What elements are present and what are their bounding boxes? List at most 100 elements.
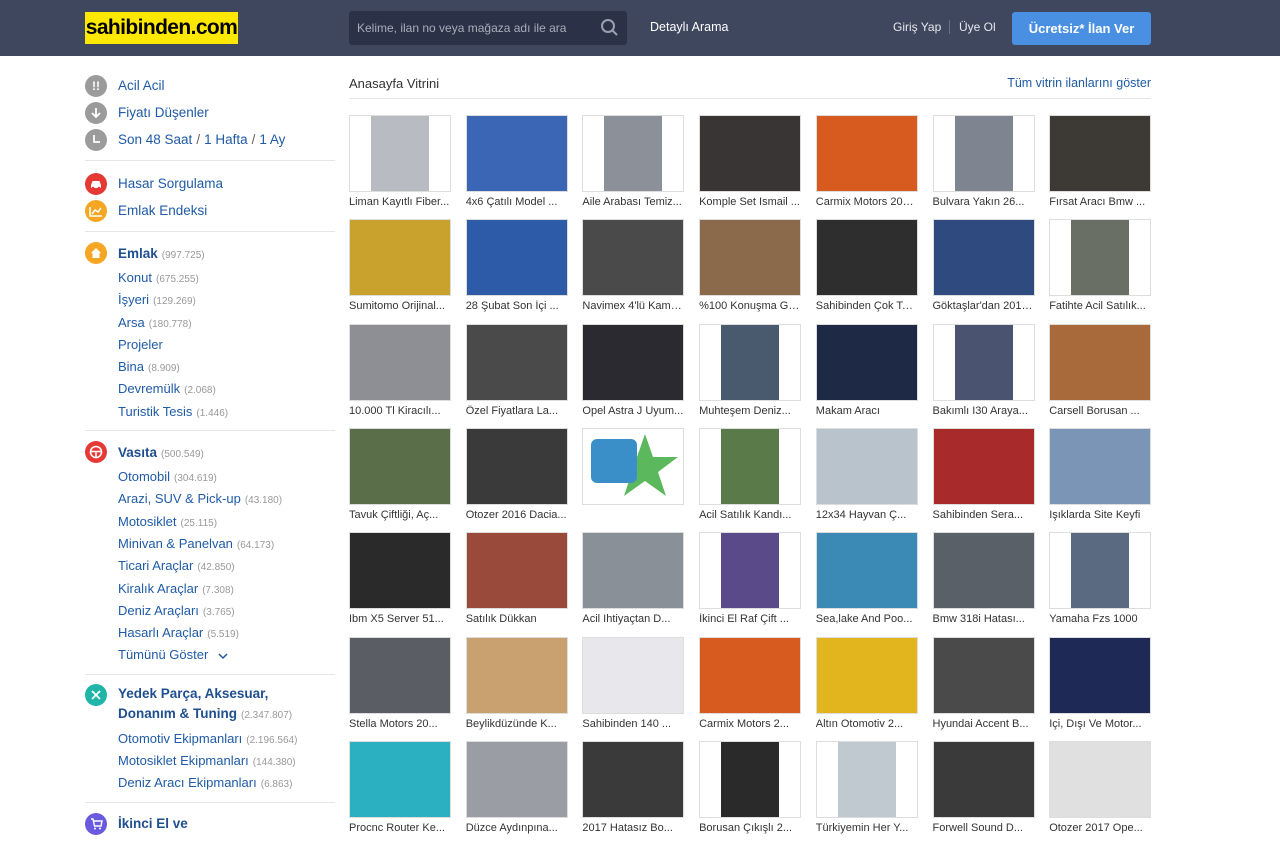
subcategory-link[interactable]: Devremülk (2.068) <box>118 378 335 400</box>
showcase-item[interactable]: Otozer 2017 Ope... <box>1049 740 1152 841</box>
subcategory-link[interactable]: Kiralık Araçlar (7.308) <box>118 578 335 600</box>
showcase-item[interactable]: Borusan Çıkışlı 2... <box>699 740 802 841</box>
showcase-item[interactable]: Bakımlı I30 Araya... <box>932 323 1035 424</box>
listing-photo <box>700 637 801 713</box>
showcase-item[interactable]: Işıklarda Site Keyfi <box>1049 427 1152 528</box>
search-icon[interactable] <box>599 18 621 38</box>
showcase-item[interactable]: Altın Otomotiv 2... <box>815 636 918 737</box>
subcategory-link[interactable]: Motosiklet Ekipmanları (144.380) <box>118 750 335 772</box>
subcategory-link[interactable]: Arsa (180.778) <box>118 312 335 334</box>
showcase-item[interactable]: Forwell Sound D... <box>932 740 1035 841</box>
last-48-hours-link[interactable]: Son 48 Saat <box>118 132 192 147</box>
showcase-item[interactable]: Acil Satılık Kandı... <box>699 427 802 528</box>
showcase-item[interactable]: Beylikdüzünde K... <box>465 636 568 737</box>
showcase-item[interactable]: Türkiyemin Her Y... <box>815 740 918 841</box>
listing-title: Makam Aracı <box>815 404 880 417</box>
showcase-item[interactable]: Sahibinden Çok Tem... <box>815 219 918 319</box>
showcase-item[interactable]: Yamaha Fzs 1000 <box>1049 532 1152 632</box>
subcategory-link[interactable]: Konut (675.255) <box>118 267 335 289</box>
showcase-item[interactable]: 4x6 Çatılı Model ... <box>465 115 568 215</box>
post-ad-button[interactable]: Ücretsiz* İlan Ver <box>1012 12 1151 45</box>
sidebar-item-label: Hasar Sorgulama <box>118 176 224 191</box>
showcase-item[interactable] <box>582 427 685 528</box>
category-vasita[interactable]: Vasıta (500.549) <box>85 440 335 464</box>
showcase-item[interactable]: Procnc Router Ke... <box>349 740 451 841</box>
showcase-item[interactable]: İkinci El Raf Çift ... <box>699 532 802 632</box>
subcategory-link[interactable]: Turistik Tesis (1.446) <box>118 401 335 423</box>
showcase-item[interactable]: Içi, Dışı Ve Motor... <box>1049 636 1152 737</box>
showcase-item[interactable]: Acil Ihtiyaçtan D... <box>582 532 685 632</box>
listing-photo <box>350 324 450 400</box>
sidebar-item-price-drop[interactable]: Fiyatı Düşenler <box>85 99 335 126</box>
listing-thumbnail <box>815 740 918 818</box>
site-logo[interactable]: sahibinden.com <box>85 12 238 44</box>
showcase-item[interactable]: Opel Astra J Uyum... <box>582 323 685 424</box>
showcase-item[interactable]: Sea,lake And Poo... <box>815 532 918 632</box>
listing-thumbnail <box>1049 532 1152 610</box>
subcategory-link[interactable]: İşyeri (129.269) <box>118 289 335 311</box>
showcase-item[interactable]: Muhteşem Deniz... <box>699 323 802 424</box>
showcase-item[interactable]: 28 Şubat Son İçi ... <box>465 219 568 319</box>
showcase-item[interactable]: Otozer 2016 Dacia... <box>465 427 568 528</box>
subcategory-link[interactable]: Motosiklet (25.115) <box>118 511 335 533</box>
subcategory-link[interactable]: Arazi, SUV & Pick-up (43.180) <box>118 488 335 510</box>
show-all-showcase-link[interactable]: Tüm vitrin ilanlarını göster <box>1007 76 1151 90</box>
subcategory-link[interactable]: Hasarlı Araçlar (5.519) <box>118 622 335 644</box>
subcategory-link[interactable]: Otomobil (304.619) <box>118 466 335 488</box>
category-spare-parts[interactable]: Yedek Parça, Aksesuar, Donanım & Tuning (2… <box>85 683 335 726</box>
listing-photo <box>604 116 663 191</box>
showcase-item[interactable]: Navimex 4'lü Kamp... <box>582 219 685 319</box>
showcase-item[interactable]: Satılık Dükkan <box>465 532 568 632</box>
showcase-item[interactable]: 2017 Hatasız Bo... <box>582 740 685 841</box>
category-second-hand[interactable]: İkinci El ve <box>85 812 335 836</box>
showcase-item[interactable]: Aile Arabası Temiz... <box>582 115 685 215</box>
showcase-item[interactable]: Stella Motors 20... <box>349 636 451 737</box>
show-all-link[interactable]: Tümünü Göster <box>118 644 335 666</box>
showcase-item[interactable]: 10.000 Tl Kiracılı... <box>349 323 451 424</box>
showcase-item[interactable]: Fırsat Aracı Bmw ... <box>1049 115 1152 215</box>
subcategory-link[interactable]: Deniz Araçları (3.765) <box>118 600 335 622</box>
listing-title: 4x6 Çatılı Model ... <box>465 196 558 208</box>
category-title: Emlak <box>118 245 158 261</box>
showcase-item[interactable]: %100 Konuşma Garan... <box>699 219 802 319</box>
showcase-item[interactable]: Fatihte Acil Satılık... <box>1049 219 1152 319</box>
last-week-link[interactable]: 1 Hafta <box>204 132 248 147</box>
last-month-link[interactable]: 1 Ay <box>259 132 285 147</box>
showcase-item[interactable]: Bulvara Yakın 26... <box>932 115 1035 215</box>
showcase-item[interactable]: Sumitomo Orijinal... <box>349 219 451 319</box>
sidebar-item-damage-query[interactable]: Hasar Sorgulama <box>85 170 335 197</box>
wrench-icon <box>85 683 107 706</box>
showcase-item[interactable]: Carsell Borusan ... <box>1049 323 1152 424</box>
sidebar-item-real-estate-index[interactable]: Emlak Endeksi <box>85 197 335 224</box>
showcase-item[interactable]: Liman Kayıtlı Fiber... <box>349 115 451 215</box>
subcategory-link[interactable]: Minivan & Panelvan (64.173) <box>118 533 335 555</box>
showcase-item[interactable]: Carmix Motors 2... <box>699 636 802 737</box>
divider <box>85 673 335 675</box>
subcategory-count: (43.180) <box>244 495 283 507</box>
search-input[interactable] <box>349 11 589 45</box>
subcategory-link[interactable]: Projeler <box>118 334 335 356</box>
subcategory-link[interactable]: Otomotiv Ekipmanları (2.196.564) <box>118 728 335 750</box>
subcategory-link[interactable]: Bina (8.909) <box>118 356 335 378</box>
showcase-item[interactable]: 12x34 Hayvan Ç... <box>815 427 918 528</box>
showcase-item[interactable]: Tavuk Çiftliği, Aç... <box>349 427 451 528</box>
login-link[interactable]: Giriş Yap <box>893 20 941 34</box>
showcase-item[interactable]: Hyundai Accent B... <box>932 636 1035 737</box>
showcase-item[interactable]: Özel Fiyatlara La... <box>465 323 568 424</box>
register-link[interactable]: Üye Ol <box>959 20 996 34</box>
detailed-search-link[interactable]: Detaylı Arama <box>650 20 729 34</box>
showcase-item[interactable]: Sahibinden 140 ... <box>582 636 685 737</box>
showcase-item[interactable]: Komple Set Ismail ... <box>699 115 802 215</box>
showcase-item[interactable]: Makam Aracı <box>815 323 918 424</box>
showcase-item[interactable]: Göktaşlar'dan 2017... <box>932 219 1035 319</box>
showcase-item[interactable]: Sahibinden Sera... <box>932 427 1035 528</box>
subcategory-link[interactable]: Ticari Araçlar (42.850) <box>118 555 335 577</box>
sidebar-item-urgent[interactable]: !! Acil Acil <box>85 72 335 99</box>
category-emlak[interactable]: Emlak (997.725) <box>85 241 335 265</box>
listing-title: Işıklarda Site Keyfi <box>1049 508 1141 521</box>
showcase-item[interactable]: Ibm X5 Server 51... <box>349 532 451 632</box>
showcase-item[interactable]: Carmix Motors 2017... <box>815 115 918 215</box>
showcase-item[interactable]: Düzce Aydınpına... <box>465 740 568 841</box>
subcategory-link[interactable]: Deniz Aracı Ekipmanları (6.863) <box>118 772 335 794</box>
showcase-item[interactable]: Bmw 318i Hatası... <box>932 532 1035 632</box>
